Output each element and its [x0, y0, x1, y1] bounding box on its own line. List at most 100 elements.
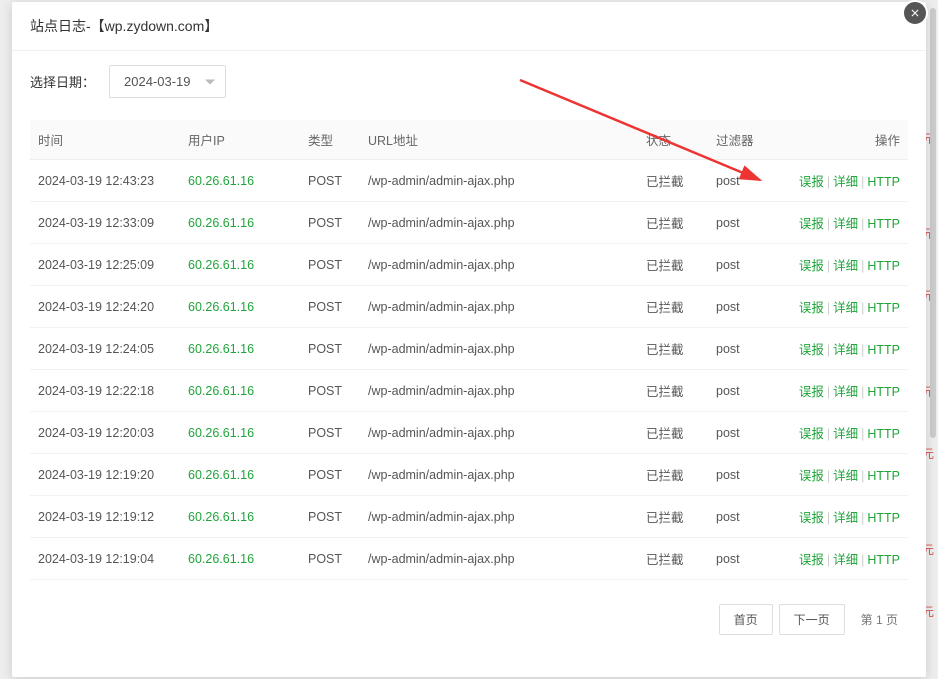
- cell-time: 2024-03-19 12:25:09: [30, 244, 180, 286]
- cell-actions: 误报|详细|HTTP: [778, 328, 908, 370]
- cell-time: 2024-03-19 12:19:04: [30, 538, 180, 580]
- cell-ip: 60.26.61.16: [180, 286, 300, 328]
- action-detail[interactable]: 详细: [833, 553, 858, 567]
- action-http[interactable]: HTTP: [867, 259, 900, 273]
- cell-type: POST: [300, 160, 360, 202]
- ip-link[interactable]: 60.26.61.16: [188, 468, 254, 482]
- cell-filter: post: [708, 496, 778, 538]
- cell-filter: post: [708, 454, 778, 496]
- separator: |: [861, 259, 864, 273]
- cell-url: /wp-admin/admin-ajax.php: [360, 202, 638, 244]
- action-http[interactable]: HTTP: [867, 217, 900, 231]
- action-false-positive[interactable]: 误报: [799, 259, 824, 273]
- col-type: 类型: [300, 120, 360, 160]
- ip-link[interactable]: 60.26.61.16: [188, 342, 254, 356]
- cell-status: 已拦截: [638, 286, 708, 328]
- action-http[interactable]: HTTP: [867, 343, 900, 357]
- page-first-button[interactable]: 首页: [719, 604, 773, 635]
- action-false-positive[interactable]: 误报: [799, 469, 824, 483]
- cell-time: 2024-03-19 12:24:20: [30, 286, 180, 328]
- action-detail[interactable]: 详细: [833, 427, 858, 441]
- ip-link[interactable]: 60.26.61.16: [188, 258, 254, 272]
- page-info: 第 1 页: [851, 605, 908, 634]
- action-detail[interactable]: 详细: [833, 301, 858, 315]
- ip-link[interactable]: 60.26.61.16: [188, 384, 254, 398]
- action-detail[interactable]: 详细: [833, 469, 858, 483]
- cell-status: 已拦截: [638, 412, 708, 454]
- action-detail[interactable]: 详细: [833, 175, 858, 189]
- cell-type: POST: [300, 202, 360, 244]
- cell-status: 已拦截: [638, 160, 708, 202]
- ip-link[interactable]: 60.26.61.16: [188, 552, 254, 566]
- date-select[interactable]: 2024-03-19: [109, 65, 226, 98]
- col-time: 时间: [30, 120, 180, 160]
- col-status: 状态: [638, 120, 708, 160]
- ip-link[interactable]: 60.26.61.16: [188, 216, 254, 230]
- action-detail[interactable]: 详细: [833, 385, 858, 399]
- separator: |: [861, 343, 864, 357]
- pagination: 首页 下一页 第 1 页: [30, 604, 908, 635]
- action-http[interactable]: HTTP: [867, 175, 900, 189]
- separator: |: [861, 301, 864, 315]
- cell-actions: 误报|详细|HTTP: [778, 286, 908, 328]
- action-false-positive[interactable]: 误报: [799, 385, 824, 399]
- action-http[interactable]: HTTP: [867, 469, 900, 483]
- cell-time: 2024-03-19 12:19:12: [30, 496, 180, 538]
- separator: |: [827, 301, 830, 315]
- col-action: 操作: [778, 120, 908, 160]
- ip-link[interactable]: 60.26.61.16: [188, 426, 254, 440]
- date-label: 选择日期：: [30, 72, 95, 91]
- cell-type: POST: [300, 244, 360, 286]
- cell-type: POST: [300, 286, 360, 328]
- cell-filter: post: [708, 286, 778, 328]
- cell-status: 已拦截: [638, 496, 708, 538]
- action-detail[interactable]: 详细: [833, 343, 858, 357]
- cell-ip: 60.26.61.16: [180, 370, 300, 412]
- cell-ip: 60.26.61.16: [180, 538, 300, 580]
- action-false-positive[interactable]: 误报: [799, 427, 824, 441]
- action-false-positive[interactable]: 误报: [799, 217, 824, 231]
- ip-link[interactable]: 60.26.61.16: [188, 174, 254, 188]
- cell-actions: 误报|详细|HTTP: [778, 496, 908, 538]
- action-detail[interactable]: 详细: [833, 259, 858, 273]
- action-http[interactable]: HTTP: [867, 553, 900, 567]
- action-detail[interactable]: 详细: [833, 217, 858, 231]
- page-next-button[interactable]: 下一页: [779, 604, 845, 635]
- cell-ip: 60.26.61.16: [180, 496, 300, 538]
- cell-actions: 误报|详细|HTTP: [778, 202, 908, 244]
- ip-link[interactable]: 60.26.61.16: [188, 300, 254, 314]
- cell-url: /wp-admin/admin-ajax.php: [360, 370, 638, 412]
- cell-actions: 误报|详细|HTTP: [778, 538, 908, 580]
- cell-type: POST: [300, 370, 360, 412]
- cell-time: 2024-03-19 12:24:05: [30, 328, 180, 370]
- page-scrollbar[interactable]: [930, 8, 936, 438]
- separator: |: [827, 469, 830, 483]
- cell-actions: 误报|详细|HTTP: [778, 244, 908, 286]
- separator: |: [861, 175, 864, 189]
- action-false-positive[interactable]: 误报: [799, 511, 824, 525]
- cell-filter: post: [708, 370, 778, 412]
- separator: |: [827, 343, 830, 357]
- cell-ip: 60.26.61.16: [180, 328, 300, 370]
- cell-status: 已拦截: [638, 370, 708, 412]
- action-detail[interactable]: 详细: [833, 511, 858, 525]
- action-http[interactable]: HTTP: [867, 385, 900, 399]
- separator: |: [827, 427, 830, 441]
- separator: |: [861, 427, 864, 441]
- cell-status: 已拦截: [638, 328, 708, 370]
- separator: |: [861, 385, 864, 399]
- ip-link[interactable]: 60.26.61.16: [188, 510, 254, 524]
- action-http[interactable]: HTTP: [867, 301, 900, 315]
- cell-ip: 60.26.61.16: [180, 454, 300, 496]
- action-false-positive[interactable]: 误报: [799, 553, 824, 567]
- close-button[interactable]: [902, 0, 928, 26]
- table-row: 2024-03-19 12:43:2360.26.61.16POST/wp-ad…: [30, 160, 908, 202]
- action-http[interactable]: HTTP: [867, 427, 900, 441]
- action-false-positive[interactable]: 误报: [799, 301, 824, 315]
- cell-type: POST: [300, 412, 360, 454]
- action-http[interactable]: HTTP: [867, 511, 900, 525]
- cell-url: /wp-admin/admin-ajax.php: [360, 412, 638, 454]
- col-filter: 过滤器: [708, 120, 778, 160]
- action-false-positive[interactable]: 误报: [799, 175, 824, 189]
- action-false-positive[interactable]: 误报: [799, 343, 824, 357]
